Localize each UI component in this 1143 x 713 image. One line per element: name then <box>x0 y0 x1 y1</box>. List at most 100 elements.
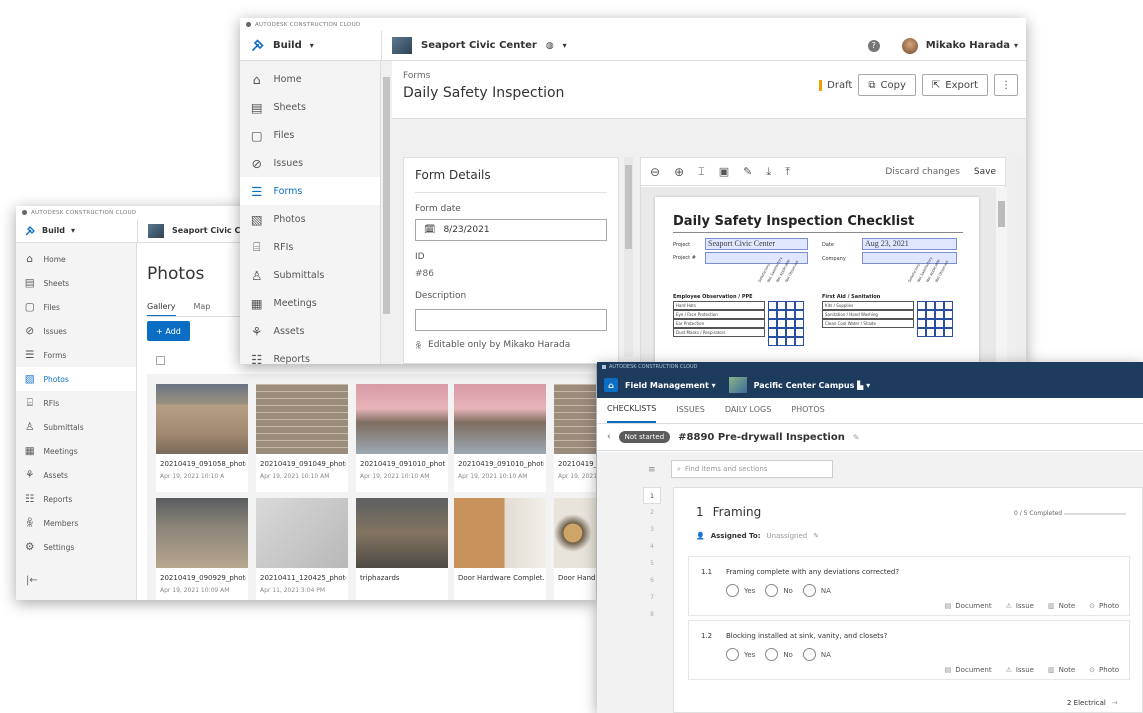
sidebar-item-photos[interactable]: ▧ Photos <box>240 205 380 233</box>
checklist-checkbox[interactable] <box>777 319 786 328</box>
sidebar-item-meetings[interactable]: ▦ Meetings <box>240 289 380 317</box>
text-box-icon[interactable]: ⌶ <box>698 165 705 179</box>
option-yes[interactable]: Yes <box>726 584 755 597</box>
section-index-item[interactable]: 2 <box>643 504 661 521</box>
sidebar-item-sheets[interactable]: ▤ Sheets <box>240 93 380 121</box>
photo-card[interactable]: 20210419_091010_phot... Apr 19, 2021 10:1… <box>356 384 448 492</box>
sidebar-item-members[interactable]: ꆜ Members <box>16 511 136 535</box>
photo-thumbnail[interactable] <box>454 384 546 454</box>
back-chevron-icon[interactable]: ‹ <box>607 432 611 442</box>
checklist-checkbox[interactable] <box>777 337 786 346</box>
checklist-checkbox[interactable] <box>777 328 786 337</box>
checklist-checkbox[interactable] <box>917 328 926 337</box>
tab-photos[interactable]: PHOTOS <box>791 405 824 423</box>
checklist-checkbox[interactable] <box>944 310 953 319</box>
section-index-item[interactable]: 1 <box>643 487 661 504</box>
form-date-field[interactable]: 🗓 8/23/2021 <box>415 219 607 241</box>
note-action-button[interactable]: ▥ Note <box>1048 666 1075 674</box>
checklist-checkbox[interactable] <box>786 310 795 319</box>
radio-icon[interactable] <box>802 648 816 661</box>
photo-thumbnail[interactable] <box>256 384 348 454</box>
more-options-button[interactable]: ⋮ <box>994 74 1018 96</box>
document-action-button[interactable]: ▤ Document <box>945 602 992 610</box>
copy-button[interactable]: ⧉ Copy <box>858 74 916 96</box>
user-name[interactable]: Mikako Harada <box>926 40 1010 51</box>
checklist-checkbox[interactable] <box>768 319 777 328</box>
photo-card[interactable]: 20210411_120425_photo Apr 11, 2021 3:04 P… <box>256 498 348 600</box>
avatar[interactable] <box>901 37 918 54</box>
section-index-item[interactable]: 3 <box>643 521 661 538</box>
checklist-checkbox[interactable] <box>944 319 953 328</box>
checklist-checkbox[interactable] <box>786 328 795 337</box>
outer-scrollbar[interactable] <box>1015 157 1026 364</box>
document-action-button[interactable]: ▤ Document <box>945 666 992 674</box>
details-scrollbar[interactable] <box>624 157 633 357</box>
tab-checklists[interactable]: CHECKLISTS <box>607 404 657 423</box>
photo-card[interactable]: 20210419_090929_photo Apr 19, 2021 10:09 … <box>156 498 248 600</box>
signature-icon[interactable]: ✎ <box>743 165 752 178</box>
photo-thumbnail[interactable] <box>356 498 448 568</box>
section-index-item[interactable]: 4 <box>643 538 661 555</box>
checklist-checkbox[interactable] <box>777 310 786 319</box>
checklist-checkbox[interactable] <box>944 301 953 310</box>
photo-card[interactable]: triphazards <box>356 498 448 600</box>
radio-icon[interactable] <box>765 584 779 597</box>
tab-issues[interactable]: ISSUES <box>676 405 705 423</box>
checklist-checkbox[interactable] <box>768 328 777 337</box>
search-input[interactable]: ⌕ Find items and sections <box>671 460 833 478</box>
note-action-button[interactable]: ▥ Note <box>1048 602 1075 610</box>
checklist-checkbox[interactable] <box>777 301 786 310</box>
radio-icon[interactable] <box>726 648 739 661</box>
photo-thumbnail[interactable] <box>156 384 248 454</box>
radio-icon[interactable] <box>765 648 779 661</box>
photo-card[interactable]: Door Handle <box>554 498 596 600</box>
project-no-field[interactable] <box>705 252 808 264</box>
sidebar-item-files[interactable]: ▢ Files <box>240 121 380 149</box>
issue-action-button[interactable]: ⚠ Issue <box>1006 666 1034 674</box>
sidebar-item-submittals[interactable]: ♙ Submittals <box>16 415 136 439</box>
radio-icon[interactable] <box>726 584 739 597</box>
checklist-checkbox[interactable] <box>917 301 926 310</box>
select-all-checkbox[interactable] <box>156 356 165 365</box>
sidebar-item-photos[interactable]: ▧ Photos <box>16 367 136 391</box>
tab-gallery[interactable]: Gallery <box>147 302 176 317</box>
sidebar-item-issues[interactable]: ⊘ Issues <box>240 149 380 177</box>
scrollbar-thumb[interactable] <box>998 201 1005 227</box>
option-na[interactable]: NA <box>802 584 831 597</box>
edit-assignee-icon[interactable]: ✎ <box>813 532 819 540</box>
discard-changes-button[interactable]: Discard changes <box>885 167 960 177</box>
sidebar-item-assets[interactable]: ⚘ Assets <box>240 317 380 345</box>
breadcrumb[interactable]: Forms <box>403 71 430 81</box>
assigned-value[interactable]: Unassigned <box>767 532 808 540</box>
checklist-checkbox[interactable] <box>935 319 944 328</box>
user-menu-chevron-icon[interactable]: ▾ <box>1014 41 1018 50</box>
module-switcher[interactable]: Build ▾ <box>240 38 381 53</box>
checklist-checkbox[interactable] <box>926 328 935 337</box>
next-section-link[interactable]: 2 Electrical → <box>1067 699 1118 707</box>
section-index-item[interactable]: 8 <box>643 606 661 623</box>
photo-card[interactable]: 20210419_091058_photo Apr 19, 2021 10:10 … <box>156 384 248 492</box>
sidebar-item-reports[interactable]: ☷ Reports <box>16 487 136 511</box>
photo-card[interactable]: 20210419_0 Apr 19, 2021 <box>554 384 596 492</box>
sidebar-item-sheets[interactable]: ▤ Sheets <box>16 271 136 295</box>
checklist-checkbox[interactable] <box>926 301 935 310</box>
checklist-checkbox[interactable] <box>935 310 944 319</box>
section-index-item[interactable]: 5 <box>643 555 661 572</box>
photo-action-button[interactable]: ⊙ Photo <box>1089 602 1119 610</box>
project-switcher[interactable]: Pacific Center Campus ▙ ▾ <box>754 381 871 390</box>
project-switcher[interactable]: Seaport Civic Center ◍ ▾ <box>381 31 567 60</box>
sidebar-scrollbar[interactable] <box>381 61 392 364</box>
checklist-checkbox[interactable] <box>768 337 777 346</box>
save-button[interactable]: Save <box>974 167 996 177</box>
help-icon[interactable]: ? <box>867 39 880 52</box>
photo-thumbnail[interactable] <box>356 384 448 454</box>
checklist-checkbox[interactable] <box>786 319 795 328</box>
tab-map[interactable]: Map <box>194 302 211 317</box>
sidebar-item-home[interactable]: ⌂ Home <box>240 65 380 93</box>
sidebar-item-meetings[interactable]: ▦ Meetings <box>16 439 136 463</box>
sidebar-item-reports[interactable]: ☷ Reports <box>240 345 380 365</box>
export-button[interactable]: ⇱ Export <box>921 74 988 96</box>
checklist-checkbox[interactable] <box>926 319 935 328</box>
tab-daily-logs[interactable]: DAILY LOGS <box>725 405 771 423</box>
zoom-out-icon[interactable]: ⊖ <box>650 165 660 179</box>
